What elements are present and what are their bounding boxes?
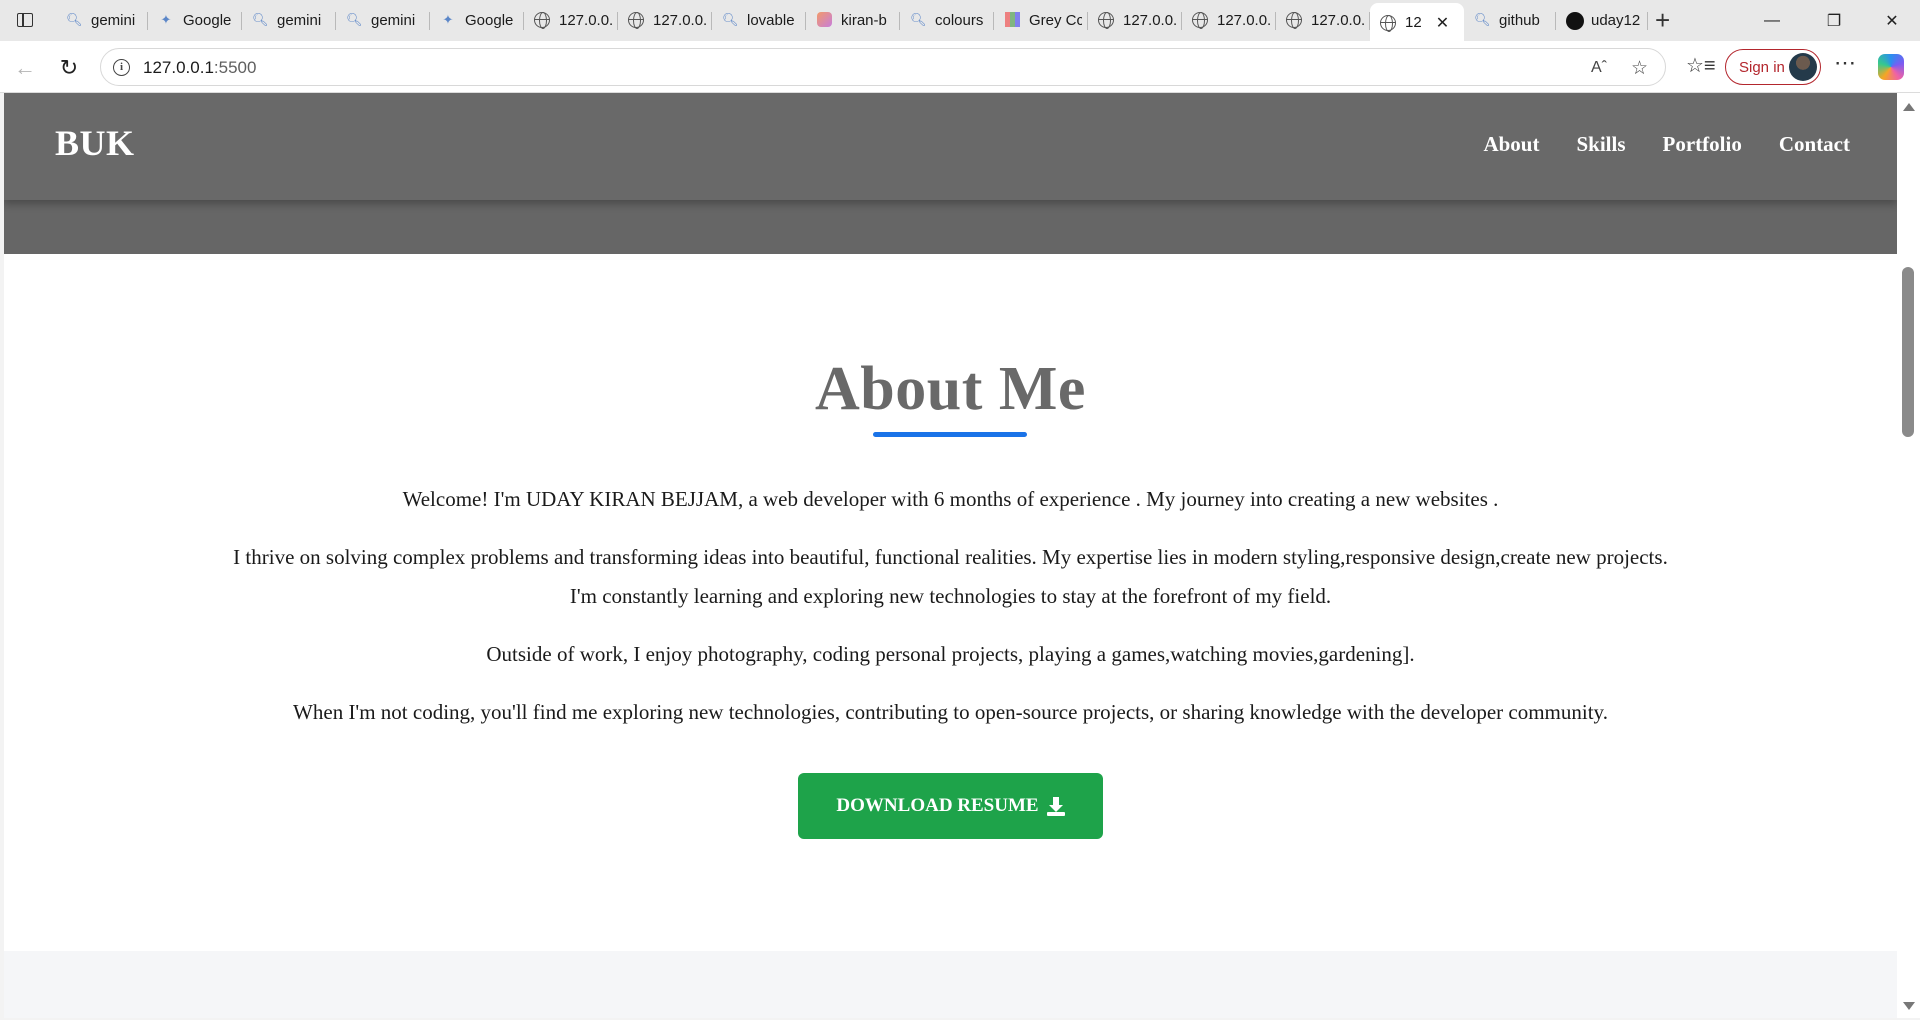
browser-tab[interactable]: ✦ Google xyxy=(148,2,242,38)
favorites-icon[interactable]: ☆≡ xyxy=(1686,53,1716,78)
next-section xyxy=(4,951,1897,1018)
refresh-button[interactable]: ↻ xyxy=(54,53,84,83)
about-paragraph: I thrive on solving complex problems and… xyxy=(233,545,1668,608)
globe-icon xyxy=(1286,12,1302,29)
site-info-icon[interactable]: i xyxy=(113,59,130,76)
nav-link-about[interactable]: About xyxy=(1483,132,1539,157)
copilot-icon[interactable] xyxy=(1878,54,1904,80)
site-nav: About Skills Portfolio Contact xyxy=(1483,132,1850,157)
more-options-icon[interactable]: ⋯ xyxy=(1834,50,1856,76)
title-underline xyxy=(873,432,1027,437)
avatar xyxy=(1789,53,1817,81)
address-bar[interactable]: i 127.0.0.1:5500 Aˆ ☆ xyxy=(100,48,1666,86)
close-tab-icon[interactable]: ✕ xyxy=(1436,13,1449,33)
globe-icon xyxy=(628,12,644,29)
read-aloud-icon[interactable]: Aˆ xyxy=(1591,59,1607,77)
about-paragraph: Outside of work, I enjoy photography, co… xyxy=(486,642,1415,666)
browser-toolbar: ← ↻ i 127.0.0.1:5500 Aˆ ☆ ☆≡ Sign in ⋯ xyxy=(0,41,1920,93)
favorite-star-icon[interactable]: ☆ xyxy=(1631,57,1648,80)
new-tab-button[interactable]: + xyxy=(1655,6,1670,34)
browser-tab[interactable]: 127.0.0. xyxy=(618,2,712,38)
about-text: Welcome! I'm UDAY KIRAN BEJJAM, a web de… xyxy=(224,480,1677,751)
download-resume-button[interactable]: DOWNLOAD RESUME xyxy=(798,773,1103,839)
browser-tab[interactable]: ✦ Google xyxy=(430,2,524,38)
globe-icon xyxy=(1192,12,1208,29)
browser-tab[interactable]: 127.0.0. xyxy=(1182,2,1276,38)
scroll-thumb[interactable] xyxy=(1902,267,1914,437)
browser-tab[interactable]: 127.0.0. xyxy=(524,2,618,38)
search-icon: 🔍︎ xyxy=(346,12,363,27)
browser-tab[interactable]: 🔍︎ gemini xyxy=(336,2,430,38)
browser-tab[interactable]: kiran-b xyxy=(806,2,900,38)
site-header: BUK About Skills Portfolio Contact xyxy=(4,93,1897,200)
gemini-sparkle-icon: ✦ xyxy=(160,12,172,27)
lovable-icon xyxy=(816,12,832,28)
browser-tab[interactable]: 🔍︎ gemini xyxy=(242,2,336,38)
browser-tab[interactable]: 🔍︎ gemini xyxy=(56,2,148,38)
minimize-button[interactable]: — xyxy=(1744,0,1800,41)
gemini-sparkle-icon: ✦ xyxy=(442,12,454,27)
palette-icon xyxy=(1004,12,1020,28)
nav-link-contact[interactable]: Contact xyxy=(1779,132,1850,157)
globe-icon xyxy=(1380,14,1396,32)
scroll-down-arrow-icon[interactable] xyxy=(1903,1002,1915,1010)
close-window-button[interactable]: ✕ xyxy=(1864,0,1920,41)
sign-in-button[interactable]: Sign in xyxy=(1725,49,1821,85)
nav-link-portfolio[interactable]: Portfolio xyxy=(1663,132,1742,157)
page-scrollbar[interactable] xyxy=(1897,93,1920,1018)
browser-tab-strip: 🔍︎ gemini ✦ Google 🔍︎ gemini 🔍︎ gemini ✦… xyxy=(0,0,1920,42)
download-icon xyxy=(1046,796,1065,816)
url-text: 127.0.0.1:5500 xyxy=(143,58,257,77)
back-button[interactable]: ← xyxy=(10,53,40,83)
search-icon: 🔍︎ xyxy=(1474,12,1491,27)
restore-button[interactable]: ❐ xyxy=(1806,0,1862,41)
site-logo[interactable]: BUK xyxy=(55,122,135,164)
scroll-up-arrow-icon[interactable] xyxy=(1903,103,1915,111)
about-paragraph: When I'm not coding, you'll find me expl… xyxy=(293,700,1608,724)
page-viewport: BUK About Skills Portfolio Contact About… xyxy=(4,93,1897,1018)
about-section: About Me Welcome! I'm UDAY KIRAN BEJJAM,… xyxy=(4,254,1897,1018)
about-paragraph: Welcome! I'm UDAY KIRAN BEJJAM, a web de… xyxy=(402,487,1499,511)
browser-tab[interactable]: 127.0.0. xyxy=(1088,2,1182,38)
search-icon: 🔍︎ xyxy=(722,12,739,27)
search-icon: 🔍︎ xyxy=(910,12,927,27)
github-icon xyxy=(1566,12,1584,30)
browser-tab[interactable]: 127.0.0. xyxy=(1276,2,1370,38)
download-resume-label: DOWNLOAD RESUME xyxy=(836,795,1039,816)
globe-icon xyxy=(1098,12,1114,29)
tab-actions-icon[interactable] xyxy=(12,9,38,31)
section-title: About Me xyxy=(815,355,1086,423)
browser-tab[interactable]: 🔍︎ github xyxy=(1464,2,1556,38)
search-icon: 🔍︎ xyxy=(66,12,83,27)
browser-tab-active[interactable]: 12 ✕ xyxy=(1370,3,1464,42)
search-icon: 🔍︎ xyxy=(252,12,269,27)
hero-band xyxy=(4,200,1897,254)
browser-tab[interactable]: 🔍︎ lovable xyxy=(712,2,806,38)
tab-list: 🔍︎ gemini ✦ Google 🔍︎ gemini 🔍︎ gemini ✦… xyxy=(56,2,1648,42)
globe-icon xyxy=(534,12,550,29)
browser-tab[interactable]: uday12 xyxy=(1556,2,1648,38)
nav-link-skills[interactable]: Skills xyxy=(1576,132,1625,157)
browser-tab[interactable]: 🔍︎ colours xyxy=(900,2,994,38)
browser-tab[interactable]: Grey Cc xyxy=(994,2,1088,38)
